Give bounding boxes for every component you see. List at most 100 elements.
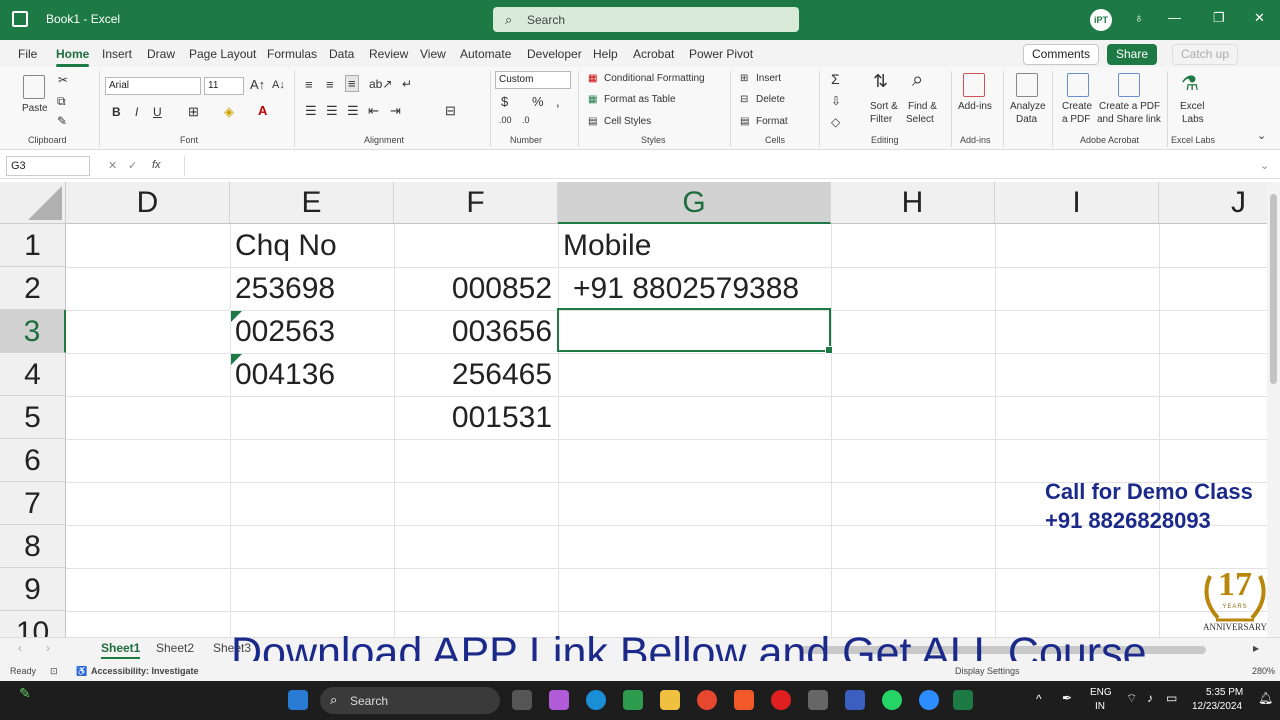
avatar[interactable]: iPT	[1090, 9, 1112, 31]
edge-icon[interactable]	[586, 690, 606, 710]
app-icon-2[interactable]	[845, 690, 865, 710]
app-icon[interactable]	[808, 690, 828, 710]
row-header-7[interactable]: 7	[0, 482, 66, 525]
select-all-corner[interactable]	[0, 182, 66, 224]
formula-input[interactable]	[184, 156, 1260, 176]
cell-f5[interactable]: 001531	[394, 396, 552, 439]
format-painter-icon[interactable]: ✎	[57, 114, 67, 128]
taskbar-search[interactable]: ⌕ Search	[320, 687, 500, 714]
file-explorer-icon[interactable]	[660, 690, 680, 710]
percent-button[interactable]: %	[532, 94, 544, 109]
column-header-e[interactable]: E	[230, 182, 394, 224]
font-name-select[interactable]: Arial	[105, 77, 201, 95]
copy-icon[interactable]: ⧉	[57, 94, 66, 109]
orientation-icon[interactable]: ab↗	[369, 77, 392, 91]
column-header-f[interactable]: F	[394, 182, 558, 224]
accessibility-status[interactable]: Accessibility: Investigate	[91, 666, 199, 676]
find-select-label-2[interactable]: Select	[906, 114, 934, 125]
row-header-8[interactable]: 8	[0, 525, 66, 568]
comma-style-icon[interactable]: ,	[556, 94, 560, 109]
align-left-icon[interactable]: ☰	[305, 103, 317, 119]
create-share-label-1[interactable]: Create a PDF	[1099, 101, 1160, 112]
meet-icon[interactable]	[623, 690, 643, 710]
scroll-right-icon[interactable]: ▸	[1253, 641, 1259, 655]
create-pdf-label-1[interactable]: Create	[1062, 101, 1092, 112]
decrease-indent-icon[interactable]: ⇤	[368, 103, 379, 119]
column-header-d[interactable]: D	[66, 182, 230, 224]
language-line-2[interactable]: IN	[1095, 701, 1105, 712]
battery-icon[interactable]: ▭	[1166, 691, 1177, 705]
tab-draw[interactable]: Draw	[147, 47, 175, 61]
task-view-icon[interactable]	[512, 690, 532, 710]
column-header-g[interactable]: G	[558, 182, 831, 224]
bottom-align-icon[interactable]: ≡	[345, 75, 359, 92]
cell-e2[interactable]: 253698	[235, 267, 335, 310]
minimize-icon[interactable]: —	[1168, 10, 1181, 25]
next-sheet-icon[interactable]: ›	[46, 641, 50, 655]
format-as-table-button[interactable]: Format as Table	[604, 94, 676, 105]
tab-power-pivot[interactable]: Power Pivot	[689, 47, 753, 61]
font-color-icon[interactable]: A	[258, 103, 267, 118]
excel-labs-label-2[interactable]: Labs	[1182, 114, 1204, 125]
cell-f4[interactable]: 256465	[394, 353, 552, 396]
find-select-label-1[interactable]: Find &	[908, 101, 937, 112]
tab-file[interactable]: File	[18, 47, 37, 61]
decrease-decimal-icon[interactable]: .0	[522, 115, 530, 125]
tab-automate[interactable]: Automate	[460, 47, 511, 61]
add-ins-button[interactable]: Add-ins	[958, 101, 992, 112]
active-cell-g3[interactable]	[557, 308, 833, 354]
borders-icon[interactable]: ⊞	[188, 104, 199, 120]
notifications-icon[interactable]: 🔔︎	[1258, 691, 1273, 705]
wrap-text-icon[interactable]: ↵	[402, 77, 412, 91]
tab-home[interactable]: Home	[56, 47, 90, 67]
find-select-icon[interactable]: ⌕	[912, 69, 923, 92]
worksheet-grid[interactable]: D E F G H I J 1 2 3 4 5 6 7 8 9 10 Chq N…	[0, 182, 1267, 637]
insert-cells-button[interactable]: Insert	[756, 73, 781, 84]
bold-button[interactable]: B	[112, 105, 121, 119]
row-header-10[interactable]: 10	[0, 611, 66, 637]
sheet-tab-2[interactable]: Sheet2	[156, 641, 194, 655]
cancel-icon[interactable]: ✕	[108, 159, 117, 172]
vertical-scroll-thumb[interactable]	[1270, 194, 1277, 384]
chrome-icon[interactable]	[697, 690, 717, 710]
fill-color-icon[interactable]: ◈	[224, 104, 234, 120]
macro-icon[interactable]: ⊡	[50, 666, 58, 677]
row-header-3[interactable]: 3	[0, 310, 66, 353]
cell-g2[interactable]: +91 8802579388	[573, 267, 799, 310]
close-icon[interactable]: ✕	[1254, 10, 1265, 26]
tab-insert[interactable]: Insert	[102, 47, 132, 61]
lightbulb-icon[interactable]: ♁	[1134, 10, 1144, 25]
column-header-h[interactable]: H	[831, 182, 995, 224]
excel-labs-icon[interactable]: ⚗	[1181, 71, 1199, 96]
tab-developer[interactable]: Developer	[527, 47, 582, 61]
middle-align-icon[interactable]: ≡	[326, 77, 334, 92]
tab-review[interactable]: Review	[369, 47, 408, 61]
comments-button[interactable]: Comments	[1023, 44, 1100, 65]
number-format-select[interactable]: Custom	[495, 71, 571, 89]
column-header-j[interactable]: J	[1159, 182, 1267, 224]
row-header-2[interactable]: 2	[0, 267, 66, 310]
cell-styles-button[interactable]: Cell Styles	[604, 116, 651, 127]
pen-tray-icon[interactable]: ✒	[1062, 691, 1072, 705]
analyze-data-label-2[interactable]: Data	[1016, 114, 1037, 125]
paste-label[interactable]: Paste	[22, 103, 48, 114]
name-box[interactable]: G3	[6, 156, 90, 176]
sheet-tab-1[interactable]: Sheet1	[101, 641, 141, 659]
volume-icon[interactable]: ♪	[1147, 691, 1153, 705]
cell-f3[interactable]: 003656	[394, 310, 552, 353]
windows-start-icon[interactable]	[288, 690, 308, 710]
analyze-data-icon[interactable]	[1016, 73, 1038, 97]
show-hidden-icons[interactable]: ^	[1036, 692, 1042, 706]
copilot-icon[interactable]	[549, 690, 569, 710]
fill-icon[interactable]: ⇩	[831, 94, 841, 108]
create-pdf-label-2[interactable]: a PDF	[1062, 114, 1090, 125]
create-share-pdf-icon[interactable]	[1118, 73, 1140, 97]
insert-function-icon[interactable]: fx	[152, 159, 161, 171]
tab-data[interactable]: Data	[329, 47, 354, 61]
prev-sheet-icon[interactable]: ‹	[18, 641, 22, 655]
row-header-1[interactable]: 1	[0, 224, 66, 267]
paste-icon[interactable]	[23, 75, 45, 99]
create-pdf-icon[interactable]	[1067, 73, 1089, 97]
whatsapp-icon[interactable]	[882, 690, 902, 710]
cell-e1[interactable]: Chq No	[235, 224, 337, 267]
